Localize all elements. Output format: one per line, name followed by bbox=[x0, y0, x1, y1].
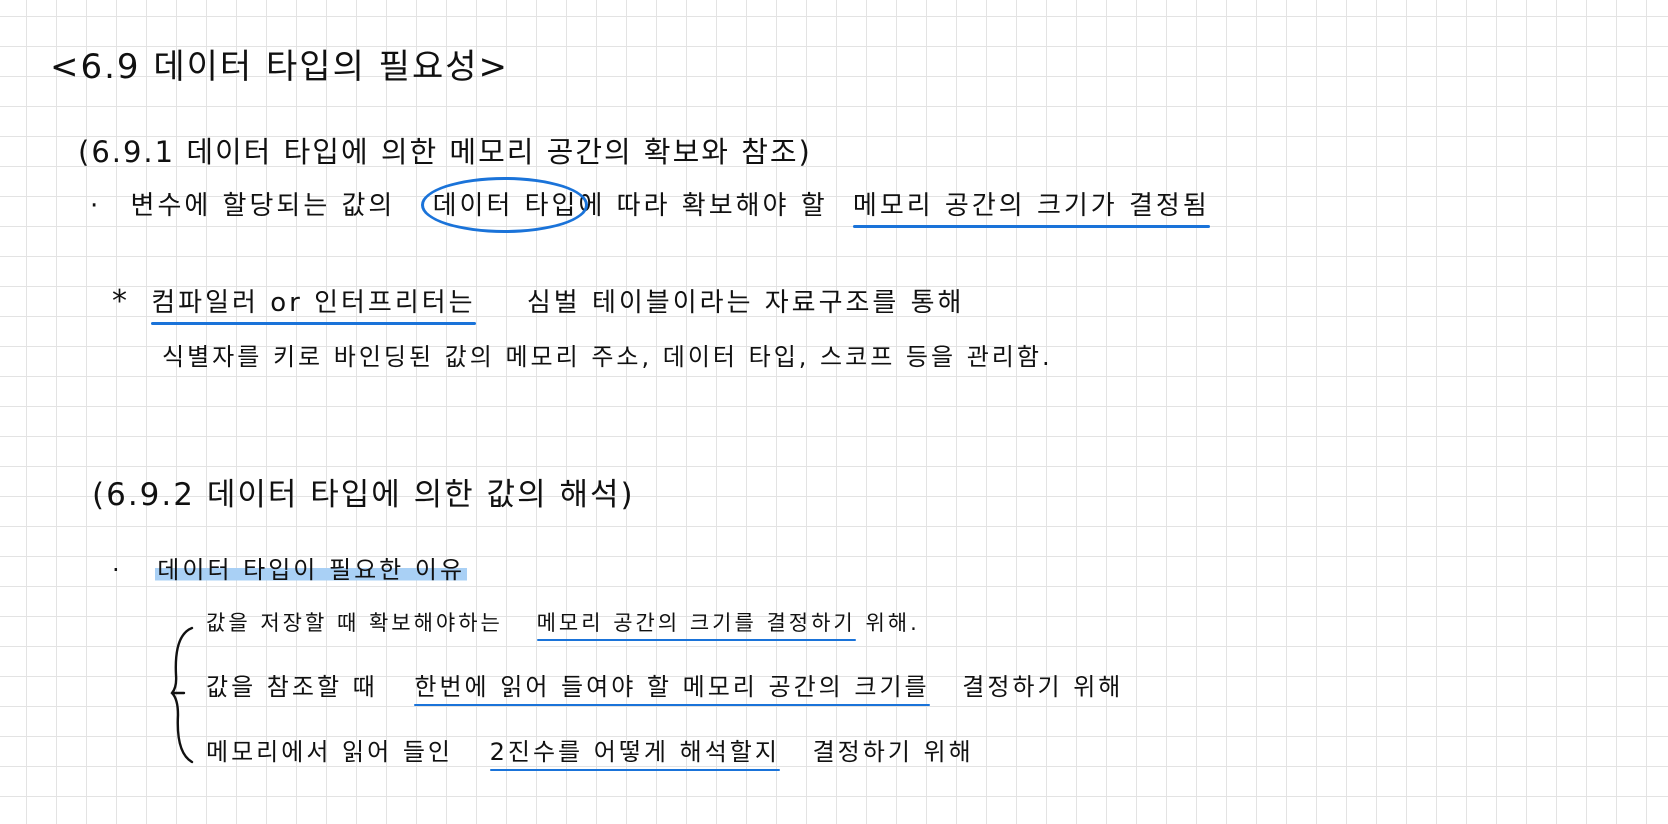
reason-3: 메모리에서 읽어 들인 2진수를 어떻게 해석할지 결정하기 위해 bbox=[206, 738, 974, 771]
section-1-note: * 컴파일러 or 인터프리터는 심벌 테이블이라는 자료구조를 통해 bbox=[112, 284, 965, 325]
asterisk-marker: * bbox=[112, 284, 130, 319]
bullet-text-part1: 변수에 할당되는 값의 bbox=[130, 191, 396, 221]
section-1-note-line2: 식별자를 키로 바인딩된 값의 메모리 주소, 데이터 타입, 스코프 등을 관… bbox=[162, 343, 1053, 371]
section-1-heading: (6.9.1 데이터 타입에 의한 메모리 공간의 확보와 참조) bbox=[78, 135, 812, 169]
reason-3-pre: 메모리에서 읽어 들인 bbox=[206, 738, 453, 766]
underlined-compiler: 컴파일러 or 인터프리터는 bbox=[151, 288, 476, 325]
left-brace bbox=[170, 626, 194, 764]
reason-1-pre: 값을 저장할 때 확보해야하는 bbox=[206, 611, 503, 635]
bullet-text-part2: 에 따라 확보해야 할 bbox=[578, 191, 828, 221]
note-rest: 심벌 테이블이라는 자료구조를 통해 bbox=[526, 288, 965, 318]
reason-2-post: 결정하기 위해 bbox=[962, 673, 1124, 701]
section-2-heading: (6.9.2 데이터 타입에 의한 값의 해석) bbox=[92, 477, 635, 513]
reason-2-pre: 값을 참조할 때 bbox=[206, 673, 378, 701]
reason-2: 값을 참조할 때 한번에 읽어 들여야 할 메모리 공간의 크기를 결정하기 위… bbox=[206, 673, 1124, 706]
section-1-bullet: · 변수에 할당되는 값의 데이터 타입에 따라 확보해야 할 메모리 공간의 … bbox=[90, 177, 1210, 233]
reason-1: 값을 저장할 때 확보해야하는 메모리 공간의 크기를 결정하기 위해. bbox=[206, 611, 920, 641]
reason-3-post: 결정하기 위해 bbox=[812, 738, 974, 766]
reason-1-underlined: 메모리 공간의 크기를 결정하기 bbox=[536, 611, 856, 641]
bullet-marker: · bbox=[112, 556, 123, 584]
highlighted-reason-heading: 데이터 타입이 필요한 이유 bbox=[155, 556, 468, 584]
underlined-memory-size: 메모리 공간의 크기가 결정됨 bbox=[852, 191, 1210, 228]
page-title: <6.9 데이터 타입의 필요성> bbox=[50, 47, 509, 87]
reason-1-post: 위해. bbox=[865, 611, 920, 635]
circled-data-type: 데이터 타입 bbox=[420, 177, 589, 233]
reason-3-underlined: 2진수를 어떻게 해석할지 bbox=[489, 738, 781, 771]
section-2-bullet: · 데이터 타입이 필요한 이유 bbox=[112, 556, 468, 584]
bullet-marker: · bbox=[90, 191, 102, 221]
reason-2-underlined: 한번에 읽어 들여야 할 메모리 공간의 크기를 bbox=[414, 673, 930, 706]
